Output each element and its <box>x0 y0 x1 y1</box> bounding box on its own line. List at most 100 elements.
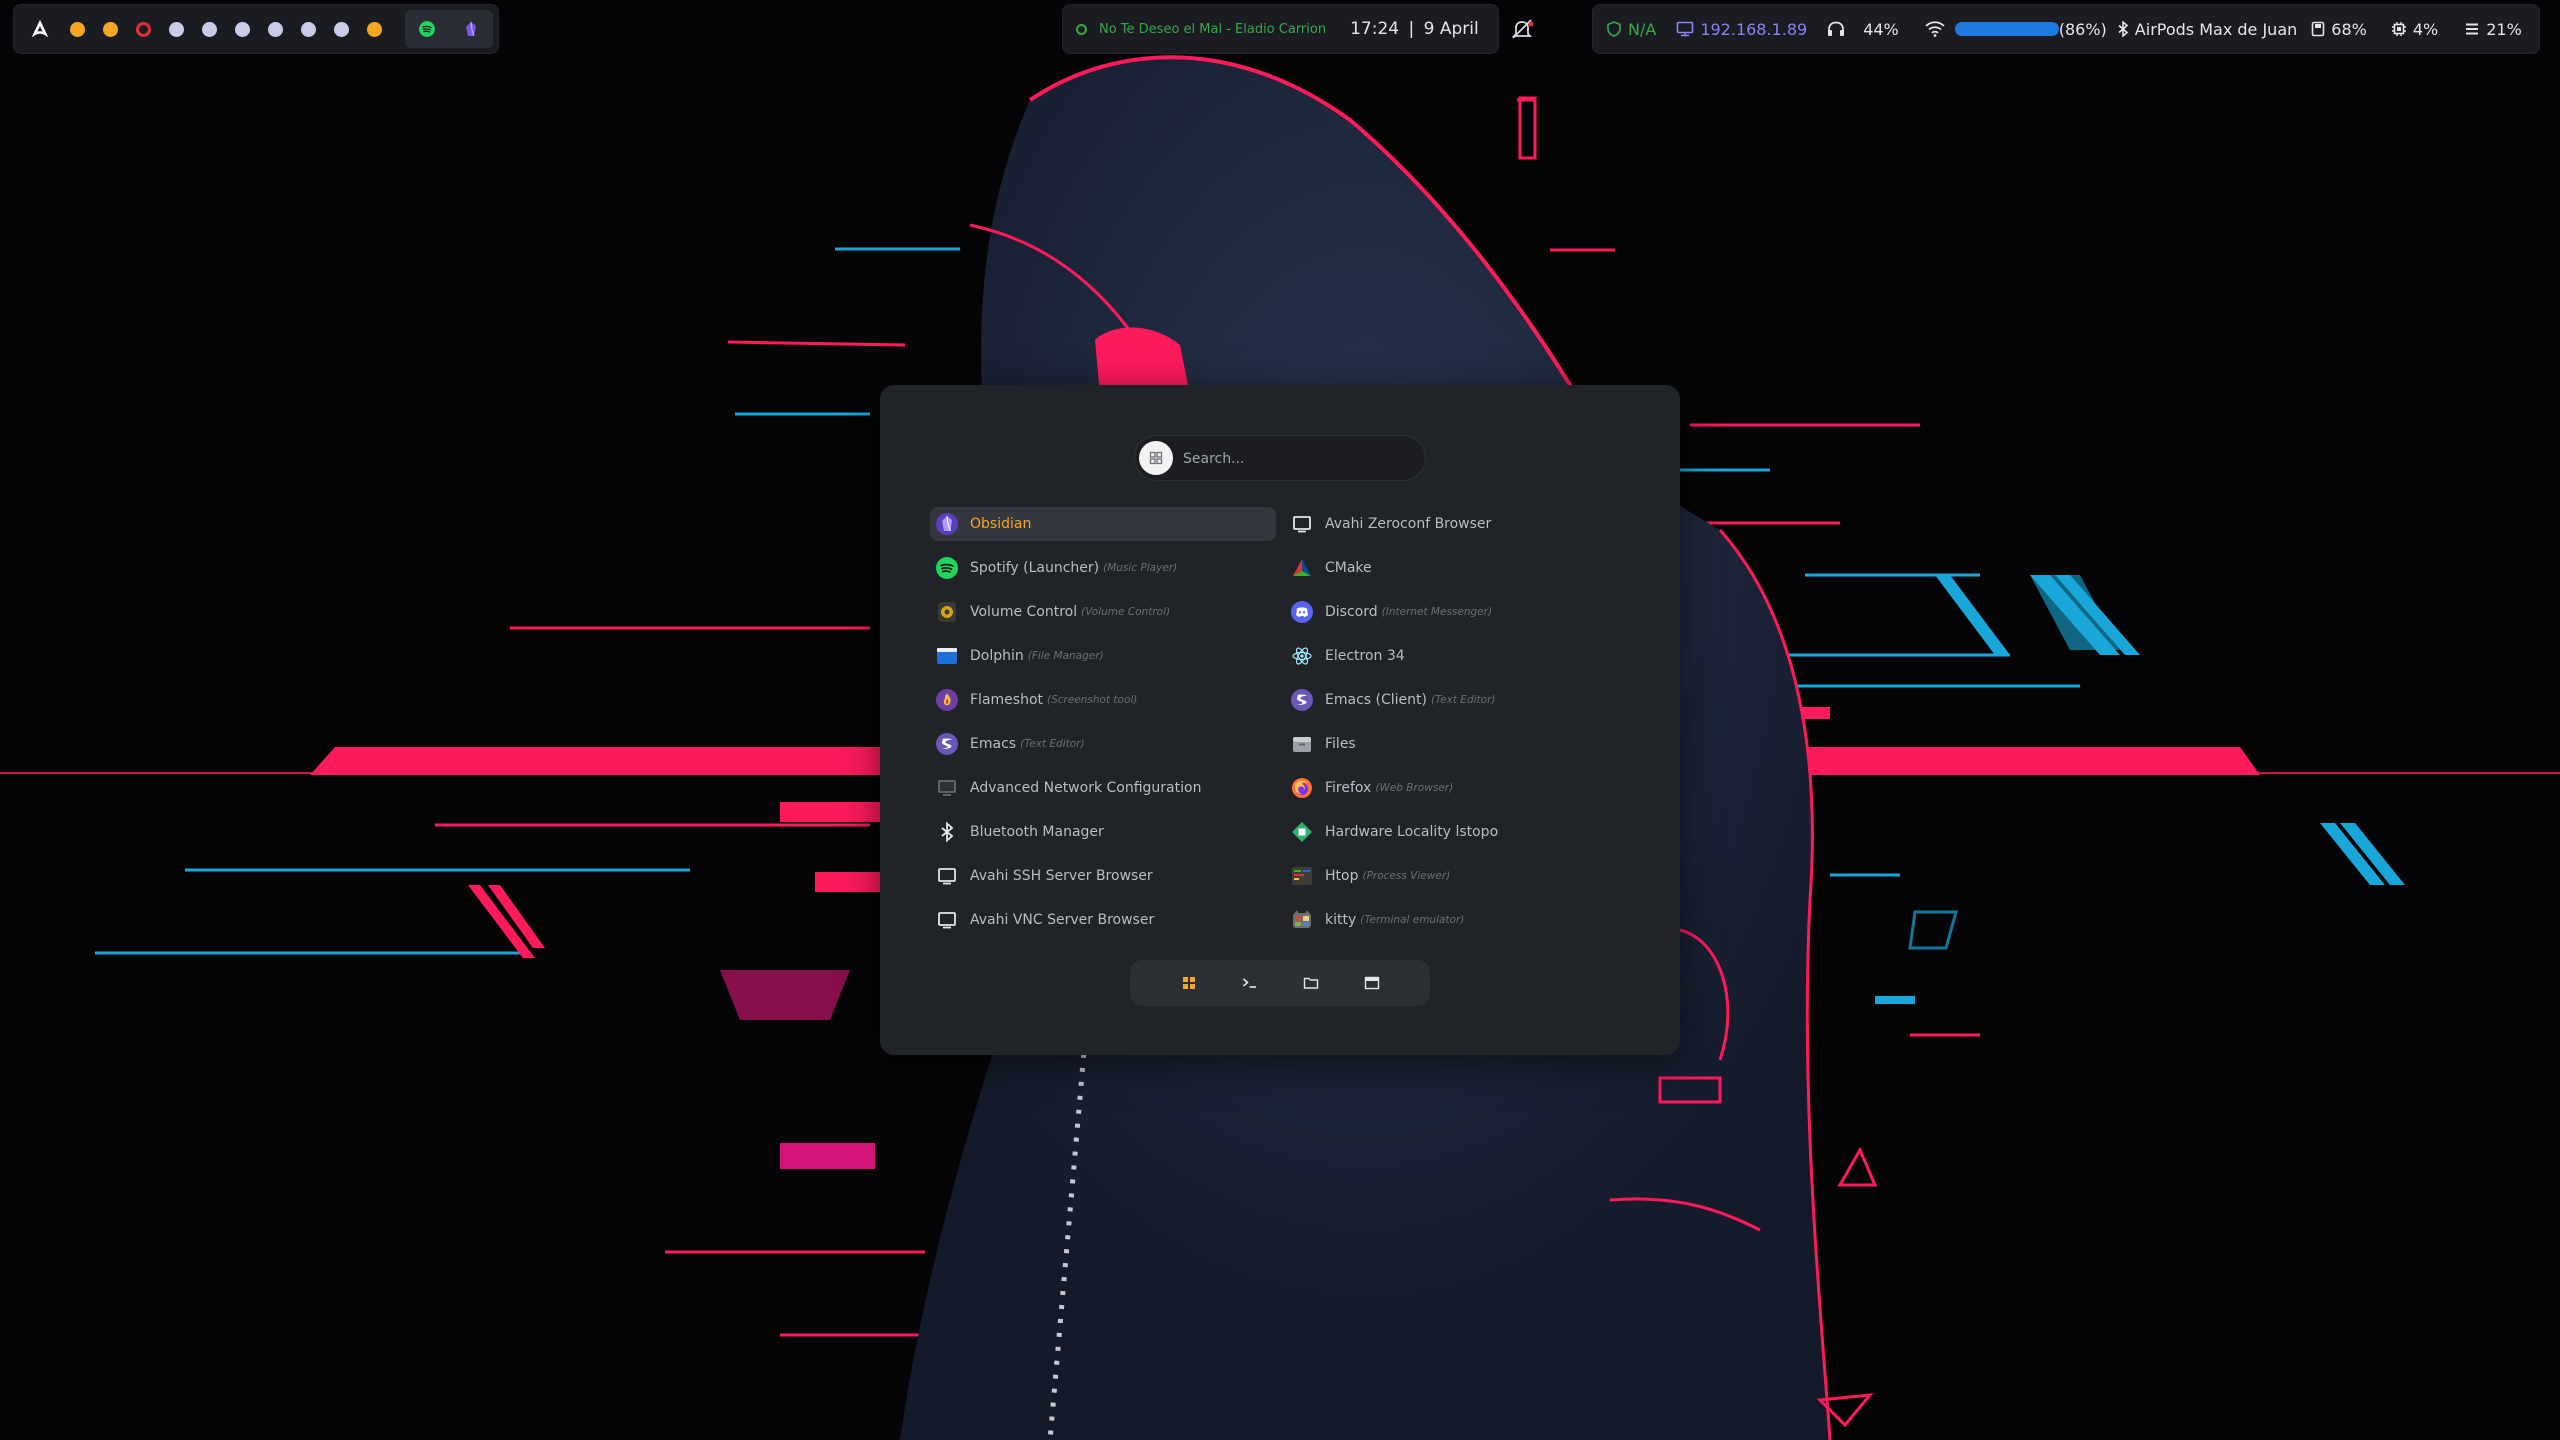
app-item-avahi-zeroconf-browser[interactable]: Avahi Zeroconf Browser <box>1285 507 1631 541</box>
app-name: kitty <box>1325 912 1357 928</box>
app-item-htop[interactable]: Htop (Process Viewer) <box>1285 859 1631 893</box>
workspace-7-dot[interactable] <box>268 21 283 37</box>
volume-control-icon <box>936 601 958 623</box>
app-name: Discord <box>1325 604 1378 620</box>
app-item-kitty[interactable]: kitty (Terminal emulator) <box>1285 903 1631 937</box>
vpn-icon <box>1607 21 1621 37</box>
terminal-icon <box>1242 978 1256 988</box>
search-input[interactable] <box>1181 445 1415 473</box>
grid-search-icon <box>1149 451 1163 465</box>
workspace-5-dot[interactable] <box>202 21 217 37</box>
app-item-volume-control[interactable]: Volume Control (Volume Control) <box>930 595 1276 629</box>
app-name: Bluetooth Manager <box>970 824 1104 840</box>
mode-windows-button[interactable] <box>1356 967 1388 999</box>
cpu-icon <box>2391 22 2406 36</box>
ip-value: 192.168.1.89 <box>1700 19 1808 39</box>
monitor-icon <box>936 865 958 887</box>
monitor-icon <box>936 909 958 931</box>
app-name: Spotify (Launcher) <box>970 560 1100 576</box>
now-playing-text[interactable]: No Te Deseo el Mal - Eladio Carrion <box>1099 22 1326 37</box>
app-item-obsidian[interactable]: Obsidian <box>930 507 1276 541</box>
app-item-bluetooth-manager[interactable]: Bluetooth Manager <box>930 815 1276 849</box>
app-item-discord[interactable]: Discord (Internet Messenger) <box>1285 595 1631 629</box>
disk-value: 68% <box>2331 19 2367 39</box>
grid-icon <box>1182 977 1195 989</box>
workspace-1-dot[interactable] <box>70 21 85 37</box>
workspace-6-dot[interactable] <box>235 21 250 37</box>
clock-time: 17:24 <box>1350 19 1400 39</box>
disk-usage[interactable]: 68% <box>2311 20 2367 39</box>
app-category: (Web Browser) <box>1375 782 1454 794</box>
workspace-8-dot[interactable] <box>301 21 316 37</box>
cpu-usage[interactable]: 4% <box>2391 20 2438 39</box>
app-name: Avahi SSH Server Browser <box>970 868 1153 884</box>
wifi-icon <box>1925 21 1945 37</box>
app-item-flameshot[interactable]: Flameshot (Screenshot tool) <box>930 683 1276 717</box>
mode-files-button[interactable] <box>1295 967 1327 999</box>
mode-run-button[interactable] <box>1234 967 1266 999</box>
app-name: Dolphin <box>970 648 1024 664</box>
obsidian-icon <box>936 513 958 535</box>
vpn-status[interactable]: N/A <box>1606 20 1656 39</box>
headphone-volume[interactable]: 44% <box>1827 20 1899 39</box>
app-category: (Music Player) <box>1103 562 1178 574</box>
mode-apps-button[interactable] <box>1173 967 1205 999</box>
spotify-icon <box>936 557 958 579</box>
workspace-9-dot[interactable] <box>334 21 349 37</box>
headphones-icon <box>1828 21 1845 36</box>
app-item-hardware-locality-lstopo[interactable]: Hardware Locality lstopo <box>1285 815 1631 849</box>
workspace-4-dot[interactable] <box>169 21 184 37</box>
network-ip[interactable]: 192.168.1.89 <box>1676 20 1807 39</box>
app-item-spotify-launcher[interactable]: Spotify (Launcher) (Music Player) <box>930 551 1276 585</box>
app-name: Firefox <box>1325 780 1372 796</box>
bluetooth-icon <box>936 821 958 843</box>
app-item-advanced-network-configuration[interactable]: Advanced Network Configuration <box>930 771 1276 805</box>
app-item-firefox[interactable]: Firefox (Web Browser) <box>1285 771 1631 805</box>
monitor-icon <box>1291 513 1313 535</box>
obsidian-tray-icon[interactable] <box>463 21 479 37</box>
memory-usage[interactable]: 21% <box>2464 20 2522 39</box>
app-name: Avahi Zeroconf Browser <box>1325 516 1492 532</box>
clock[interactable]: 17:24 | 9 April <box>1350 19 1479 39</box>
arch-linux-logo-icon[interactable] <box>29 18 51 40</box>
app-item-emacs[interactable]: Emacs (Text Editor) <box>930 727 1276 761</box>
window-icon <box>1364 976 1379 990</box>
clock-date: 9 April <box>1423 19 1479 39</box>
spotify-tray-icon[interactable] <box>419 21 435 37</box>
kitty-icon <box>1291 909 1313 931</box>
system-tray <box>405 10 493 48</box>
bluetooth-status[interactable]: AirPods Max de Juan <box>2117 20 2297 39</box>
hwloc-icon <box>1291 821 1313 843</box>
app-item-electron-34[interactable]: Electron 34 <box>1285 639 1631 673</box>
launcher-mode-switcher <box>1130 960 1430 1006</box>
app-item-files[interactable]: Files <box>1285 727 1631 761</box>
cmake-icon <box>1291 557 1313 579</box>
app-category: (Process Viewer) <box>1362 870 1451 882</box>
memory-icon <box>2466 23 2479 35</box>
topbar-center-module: No Te Deseo el Mal - Eladio Carrion 17:2… <box>1062 4 1534 54</box>
app-item-cmake[interactable]: CMake <box>1285 551 1631 585</box>
cpu-value: 4% <box>2412 19 2439 39</box>
workspace-10-dot[interactable] <box>367 21 382 37</box>
dolphin-icon <box>936 645 958 667</box>
app-name: Htop <box>1325 868 1359 884</box>
firefox-icon <box>1291 777 1313 799</box>
app-item-dolphin[interactable]: Dolphin (File Manager) <box>930 639 1276 673</box>
workspace-switcher <box>61 21 391 37</box>
wifi-status[interactable]: (86%) <box>1925 20 2107 39</box>
app-item-avahi-ssh-server-browser[interactable]: Avahi SSH Server Browser <box>930 859 1276 893</box>
app-item-emacs-client[interactable]: Emacs (Client) (Text Editor) <box>1285 683 1631 717</box>
bell-muted-icon[interactable] <box>1509 16 1535 42</box>
flameshot-icon <box>936 689 958 711</box>
workspace-2-dot[interactable] <box>103 21 118 37</box>
search-mode-icon[interactable] <box>1139 441 1173 475</box>
app-item-avahi-vnc-server-browser[interactable]: Avahi VNC Server Browser <box>930 903 1276 937</box>
app-name: Avahi VNC Server Browser <box>970 912 1155 928</box>
app-category: (Internet Messenger) <box>1381 606 1493 618</box>
app-name: Files <box>1325 736 1356 752</box>
workspace-3-dot[interactable] <box>136 21 151 37</box>
topbar-right-module: N/A 192.168.1.89 44% (86%) AirPods Max d… <box>1592 4 2540 54</box>
emacs-icon <box>936 733 958 755</box>
app-list-right-column: Avahi Zeroconf Browser CMake Discord (Inter… <box>1285 507 1631 947</box>
network-config-icon <box>936 777 958 799</box>
